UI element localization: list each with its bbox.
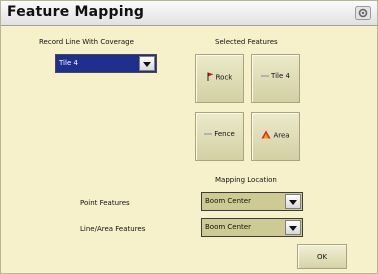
dropdown-arrow-icon[interactable] — [285, 194, 301, 209]
feature-button-label: Rock — [215, 73, 233, 82]
record-line-dropdown[interactable]: Tile 4 — [55, 54, 157, 73]
dropdown-arrow-icon[interactable] — [139, 56, 155, 71]
line-area-features-dropdown[interactable]: Boom Center — [201, 218, 303, 237]
point-features-value: Boom Center — [205, 197, 251, 205]
feature-mapping-window: Feature Mapping Record Line With Coverag… — [0, 0, 378, 274]
record-line-label: Record Line With Coverage — [39, 38, 134, 46]
dropdown-arrow-icon[interactable] — [285, 220, 301, 235]
flag-icon — [207, 72, 214, 83]
line-area-features-label: Line/Area Features — [80, 225, 146, 233]
feature-button-fence[interactable]: Fence — [195, 112, 244, 161]
window-title: Feature Mapping — [7, 4, 145, 20]
line-icon — [261, 72, 270, 80]
mapping-location-label: Mapping Location — [215, 176, 277, 184]
selected-features-label: Selected Features — [215, 38, 278, 46]
line-area-features-value: Boom Center — [205, 223, 251, 231]
point-features-dropdown[interactable]: Boom Center — [201, 192, 303, 211]
title-bar: Feature Mapping — [1, 1, 377, 26]
feature-button-tile-4[interactable]: Tile 4 — [251, 54, 300, 103]
feature-button-rock[interactable]: Rock — [195, 54, 244, 103]
record-line-value: Tile 4 — [59, 59, 78, 67]
area-triangle-icon — [261, 130, 271, 141]
point-features-label: Point Features — [80, 199, 130, 207]
feature-button-label: Fence — [214, 130, 235, 138]
line-icon — [204, 130, 213, 138]
feature-button-label: Tile 4 — [271, 72, 290, 80]
ok-button[interactable]: OK — [297, 244, 347, 269]
ok-button-label: OK — [316, 253, 328, 261]
gear-icon[interactable] — [355, 5, 371, 20]
feature-button-label: Area — [273, 131, 290, 140]
feature-button-area[interactable]: Area — [251, 112, 300, 161]
